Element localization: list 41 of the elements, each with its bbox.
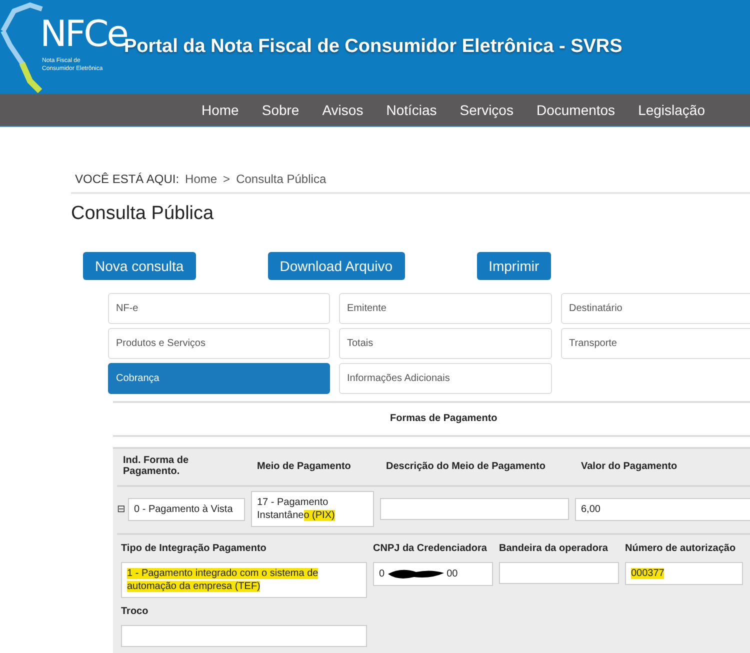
- breadcrumb-link[interactable]: Home: [185, 172, 218, 186]
- section-tab[interactable]: Totais: [339, 328, 552, 359]
- section-tab[interactable]: Cobrança: [108, 363, 330, 394]
- nav-link[interactable]: Notícias: [386, 102, 437, 118]
- section-tab[interactable]: Informações Adicionais: [339, 363, 552, 394]
- breadcrumb-label: VOCÊ ESTÁ AQUI:: [75, 172, 180, 186]
- column-header: Ind. Forma de Pagamento.: [122, 455, 190, 477]
- action-button[interactable]: Nova consulta: [83, 252, 196, 280]
- section-title: Formas de Pagamento: [390, 413, 498, 424]
- breadcrumb-separator: >: [223, 172, 230, 186]
- nav-link[interactable]: Avisos: [322, 102, 364, 118]
- nav-link[interactable]: Legislação: [638, 102, 705, 118]
- field-label: Número de autorização: [625, 543, 736, 554]
- column-header: Valor do Pagamento: [580, 460, 678, 472]
- action-button[interactable]: Download Arquivo: [268, 252, 405, 280]
- value-field: 0 00: [373, 562, 493, 586]
- field-label: Tipo de Integração Pagamento: [121, 543, 266, 554]
- collapse-icon[interactable]: ⊟: [117, 503, 125, 515]
- section-tab[interactable]: Produtos e Serviços: [108, 328, 330, 359]
- field-label: CNPJ da Credenciadora: [373, 543, 487, 554]
- nav-link[interactable]: Documentos: [536, 102, 616, 118]
- column-header: Descrição do Meio de Pagamento: [385, 460, 546, 472]
- section-tab[interactable]: Transporte: [561, 328, 750, 359]
- column-header: Meio de Pagamento: [256, 460, 352, 472]
- value-field: 0 - Pagamento à Vista: [128, 498, 245, 520]
- breadcrumb-link[interactable]: Consulta Pública: [236, 172, 326, 186]
- section-tab[interactable]: Emitente: [339, 293, 552, 324]
- section-tab[interactable]: NF-e: [108, 293, 330, 324]
- value-field: 6,00: [575, 498, 750, 520]
- value-field: 000377: [625, 562, 743, 585]
- field-label: Troco: [121, 606, 148, 617]
- nav-link[interactable]: Sobre: [262, 102, 300, 118]
- page-title: Consulta Pública: [71, 203, 215, 225]
- value-field: 1 - Pagamento integrado com o sistema de automação da empresa (TEF): [121, 562, 367, 598]
- section-tab[interactable]: Destinatário: [561, 293, 750, 324]
- action-button[interactable]: Imprimir: [476, 252, 552, 280]
- redaction-scribble: [386, 567, 446, 581]
- value-field: 17 - Pagamento Instantâneo (PIX): [251, 491, 374, 527]
- nav-link[interactable]: Home: [202, 102, 239, 118]
- field-label: Bandeira da operadora: [499, 543, 608, 554]
- nav-link[interactable]: Serviços: [460, 102, 514, 118]
